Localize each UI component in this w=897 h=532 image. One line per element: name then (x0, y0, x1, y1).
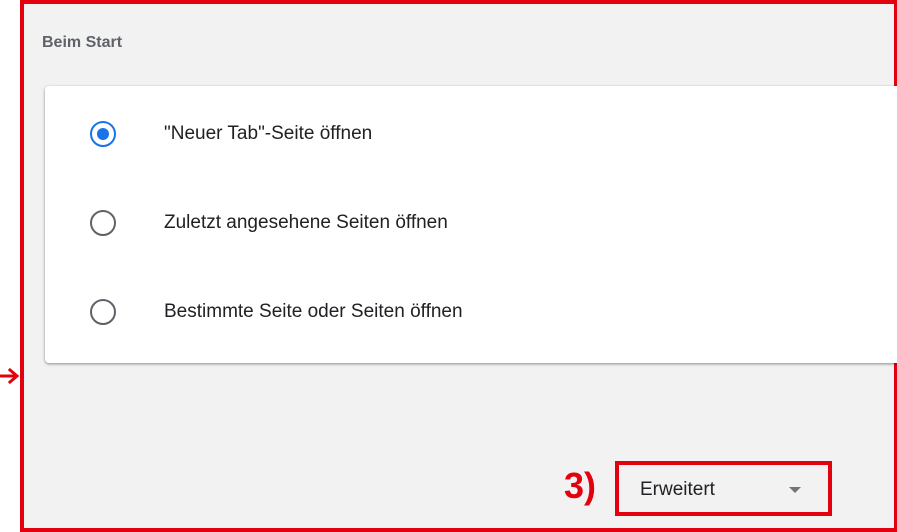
startup-option-label: Zuletzt angesehene Seiten öffnen (164, 212, 448, 233)
advanced-button[interactable]: Erweitert (619, 465, 828, 512)
startup-options-card: "Neuer Tab"-Seite öffnen Zuletzt angeseh… (45, 86, 897, 363)
startup-option-label: "Neuer Tab"-Seite öffnen (164, 123, 373, 144)
startup-option-new-tab[interactable]: "Neuer Tab"-Seite öffnen (45, 90, 897, 178)
annotation-step-label: 3) (564, 465, 597, 506)
section-title: Beim Start (42, 34, 123, 51)
annotation-arrow-icon (0, 368, 20, 384)
startup-option-label: Bestimmte Seite oder Seiten öffnen (164, 301, 463, 322)
radio-unchecked-icon[interactable] (90, 210, 116, 236)
annotation-highlight-box: Erweitert (615, 461, 832, 516)
caret-down-icon (789, 487, 801, 493)
screenshot-stage: Beim Start "Neuer Tab"-Seite öffnen Zule… (0, 0, 897, 532)
startup-option-specific-pages[interactable]: Bestimmte Seite oder Seiten öffnen (45, 268, 897, 356)
startup-option-continue[interactable]: Zuletzt angesehene Seiten öffnen (45, 179, 897, 267)
advanced-button-label: Erweitert (640, 479, 715, 500)
radio-unchecked-icon[interactable] (90, 299, 116, 325)
radio-checked-icon[interactable] (90, 121, 116, 147)
